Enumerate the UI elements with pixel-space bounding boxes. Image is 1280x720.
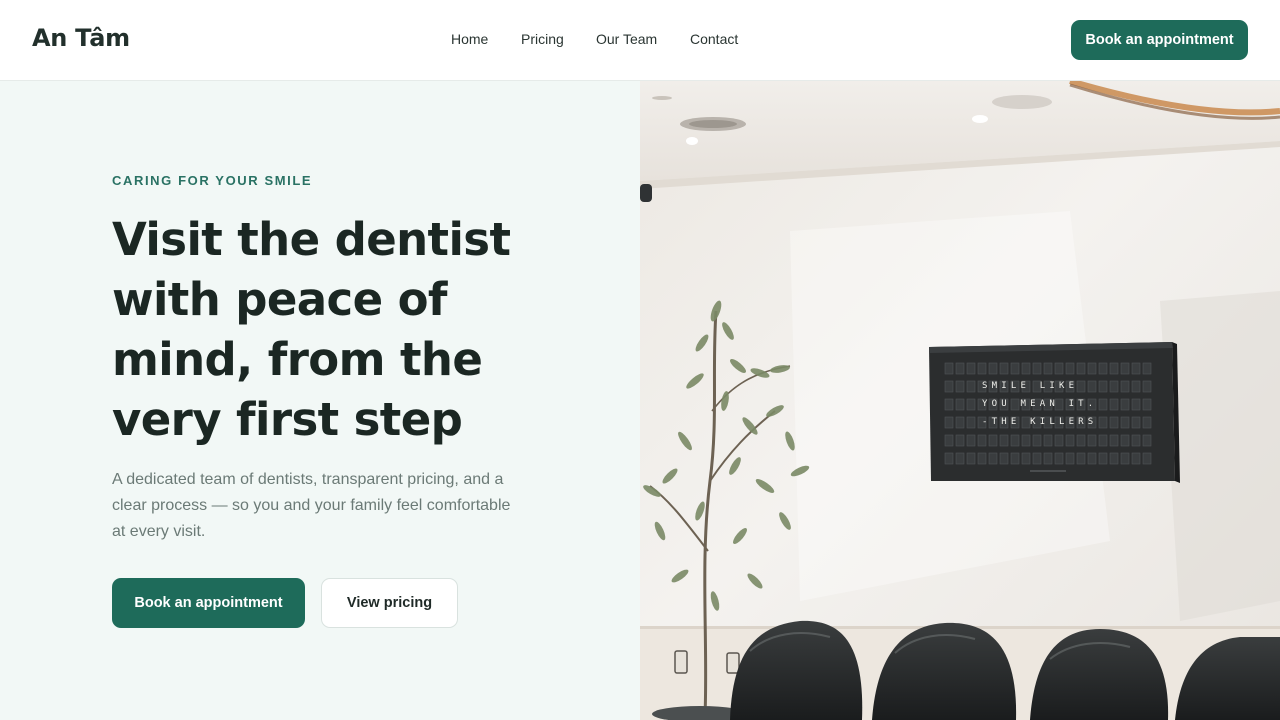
board-line-3: -THE KILLERS [982, 417, 1097, 427]
split-flap-board: SMILE LIKE YOU MEAN IT. -THE KILLERS [929, 342, 1180, 483]
nav-link-home[interactable]: Home [451, 31, 488, 47]
header-book-appointment-button[interactable]: Book an appointment [1071, 20, 1248, 60]
hero-eyebrow: CARING FOR YOUR SMILE [112, 173, 313, 188]
nav-link-our-team[interactable]: Our Team [596, 31, 657, 47]
hero-section: CARING FOR YOUR SMILE Visit the dentist … [0, 81, 640, 720]
headline-line: Visit the dentist [112, 213, 511, 266]
subtext-line: A dedicated team of dentists, transparen… [112, 471, 504, 488]
hero-subtext: A dedicated team of dentists, transparen… [112, 467, 530, 545]
hero-headline: Visit the dentist with peace of mind, fr… [112, 210, 552, 450]
headline-line: mind, from the [112, 333, 483, 386]
nav-link-pricing[interactable]: Pricing [521, 31, 564, 47]
headline-line: very first step [112, 393, 463, 446]
view-pricing-button[interactable]: View pricing [321, 578, 458, 628]
subtext-line: at every visit. [112, 523, 206, 540]
subtext-line: clear process — so you and your family f… [112, 497, 511, 514]
site-header: An Tâm Home Pricing Our Team Contact Boo… [0, 0, 1280, 81]
nav-link-contact[interactable]: Contact [690, 31, 738, 47]
board-line-2: YOU MEAN IT. [982, 399, 1097, 409]
board-line-1: SMILE LIKE [982, 381, 1078, 391]
hero-book-appointment-button[interactable]: Book an appointment [112, 578, 305, 628]
headline-line: with peace of [112, 273, 447, 326]
brand-logo[interactable]: An Tâm [32, 24, 130, 52]
hero-image: SMILE LIKE YOU MEAN IT. -THE KILLERS [640, 81, 1280, 720]
